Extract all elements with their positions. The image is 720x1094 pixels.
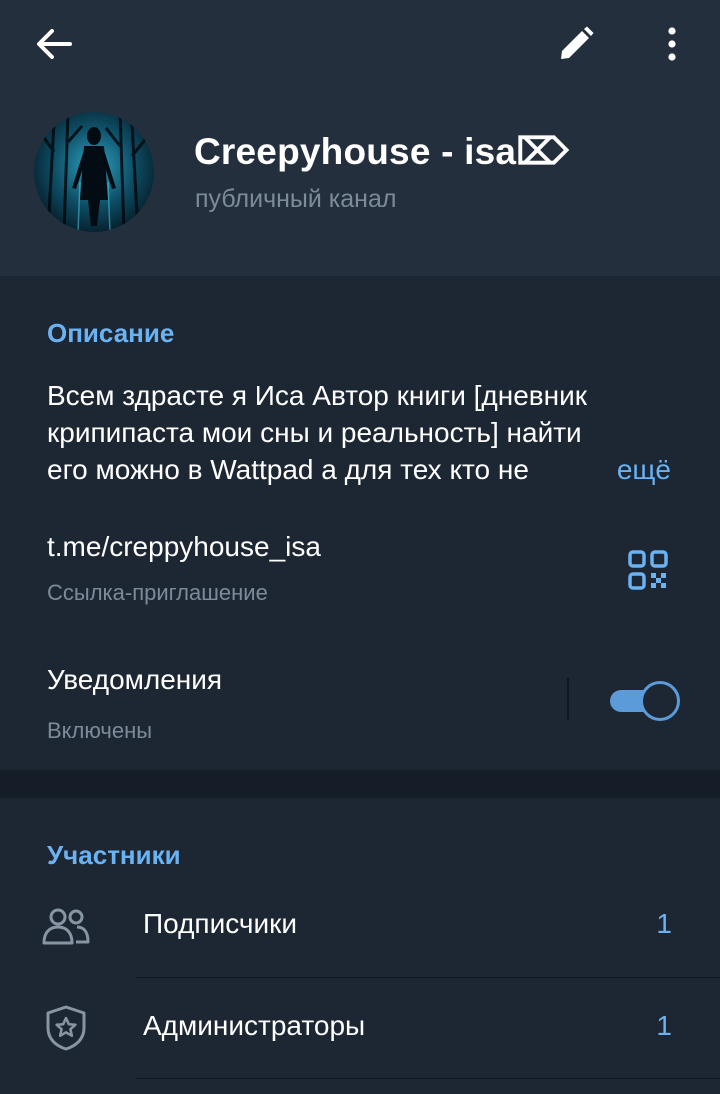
- vertical-divider: [567, 678, 569, 720]
- administrators-count: 1: [656, 1010, 672, 1041]
- subscribers-count: 1: [656, 908, 672, 939]
- members-section-title: Участники: [47, 840, 181, 870]
- pencil-icon: [561, 26, 594, 59]
- arrow-left-icon: [37, 29, 72, 59]
- edit-button[interactable]: [548, 18, 604, 70]
- notifications-status: Включены: [47, 718, 153, 743]
- qr-code-button[interactable]: [622, 544, 674, 596]
- invite-link-label: Ссылка-приглашение: [47, 580, 268, 605]
- more-vertical-icon: [668, 27, 676, 61]
- channel-description[interactable]: Всем здрасте я Иса Автор книги [дневник …: [47, 377, 677, 488]
- channel-header: Creepyhouse - isa⌦ публичный канал: [0, 0, 720, 276]
- members-section: Участники Подписчики 1 Администраторы 1: [0, 798, 720, 1094]
- channel-info-section: Описание Всем здрасте я Иса Автор книги …: [0, 276, 720, 770]
- notifications-toggle[interactable]: [610, 680, 680, 721]
- description-line: крипипаста мои сны и реальность] найти: [47, 417, 582, 448]
- read-more-link[interactable]: ещё: [616, 451, 677, 488]
- shield-star-icon: [40, 1002, 92, 1054]
- administrators-row[interactable]: Администраторы 1: [0, 978, 720, 1079]
- description-line: Всем здрасте я Иса Автор книги [дневник: [47, 380, 587, 411]
- channel-title: Creepyhouse - isa⌦: [194, 131, 569, 172]
- description-section-title: Описание: [47, 318, 175, 348]
- channel-avatar[interactable]: [34, 112, 154, 232]
- administrators-label: Администраторы: [143, 1010, 366, 1041]
- section-separator: [0, 770, 720, 798]
- row-divider: [136, 1078, 720, 1079]
- subscribers-row[interactable]: Подписчики 1: [0, 876, 720, 978]
- subscribers-label: Подписчики: [143, 908, 298, 939]
- notifications-title: Уведомления: [47, 664, 223, 695]
- qr-code-icon: [628, 550, 668, 590]
- back-button[interactable]: [26, 20, 82, 68]
- invite-link[interactable]: t.me/creppyhouse_isa: [47, 531, 321, 563]
- more-button[interactable]: [646, 18, 698, 70]
- people-icon: [40, 900, 92, 952]
- channel-type: публичный канал: [195, 185, 397, 213]
